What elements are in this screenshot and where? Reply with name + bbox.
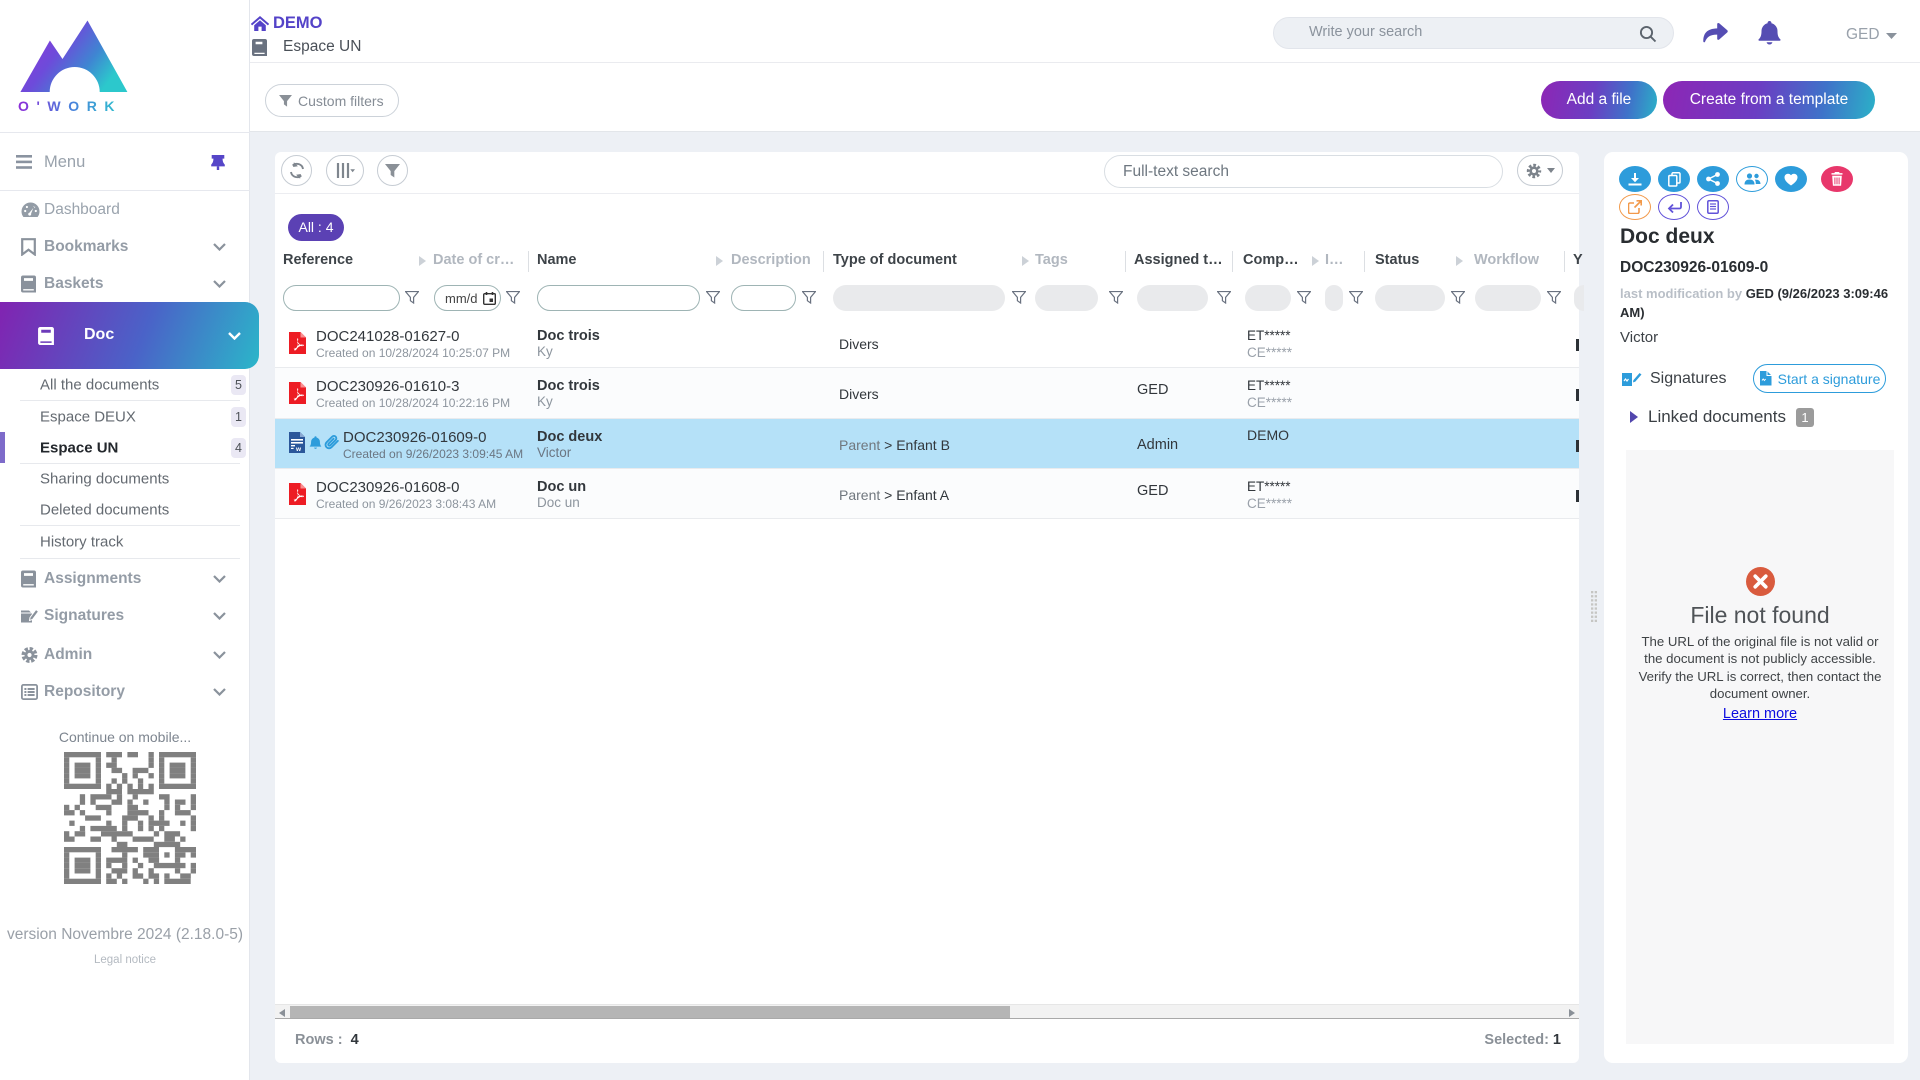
- svg-text:O'WORK: O'WORK: [18, 98, 122, 114]
- svg-text:w: w: [295, 446, 302, 453]
